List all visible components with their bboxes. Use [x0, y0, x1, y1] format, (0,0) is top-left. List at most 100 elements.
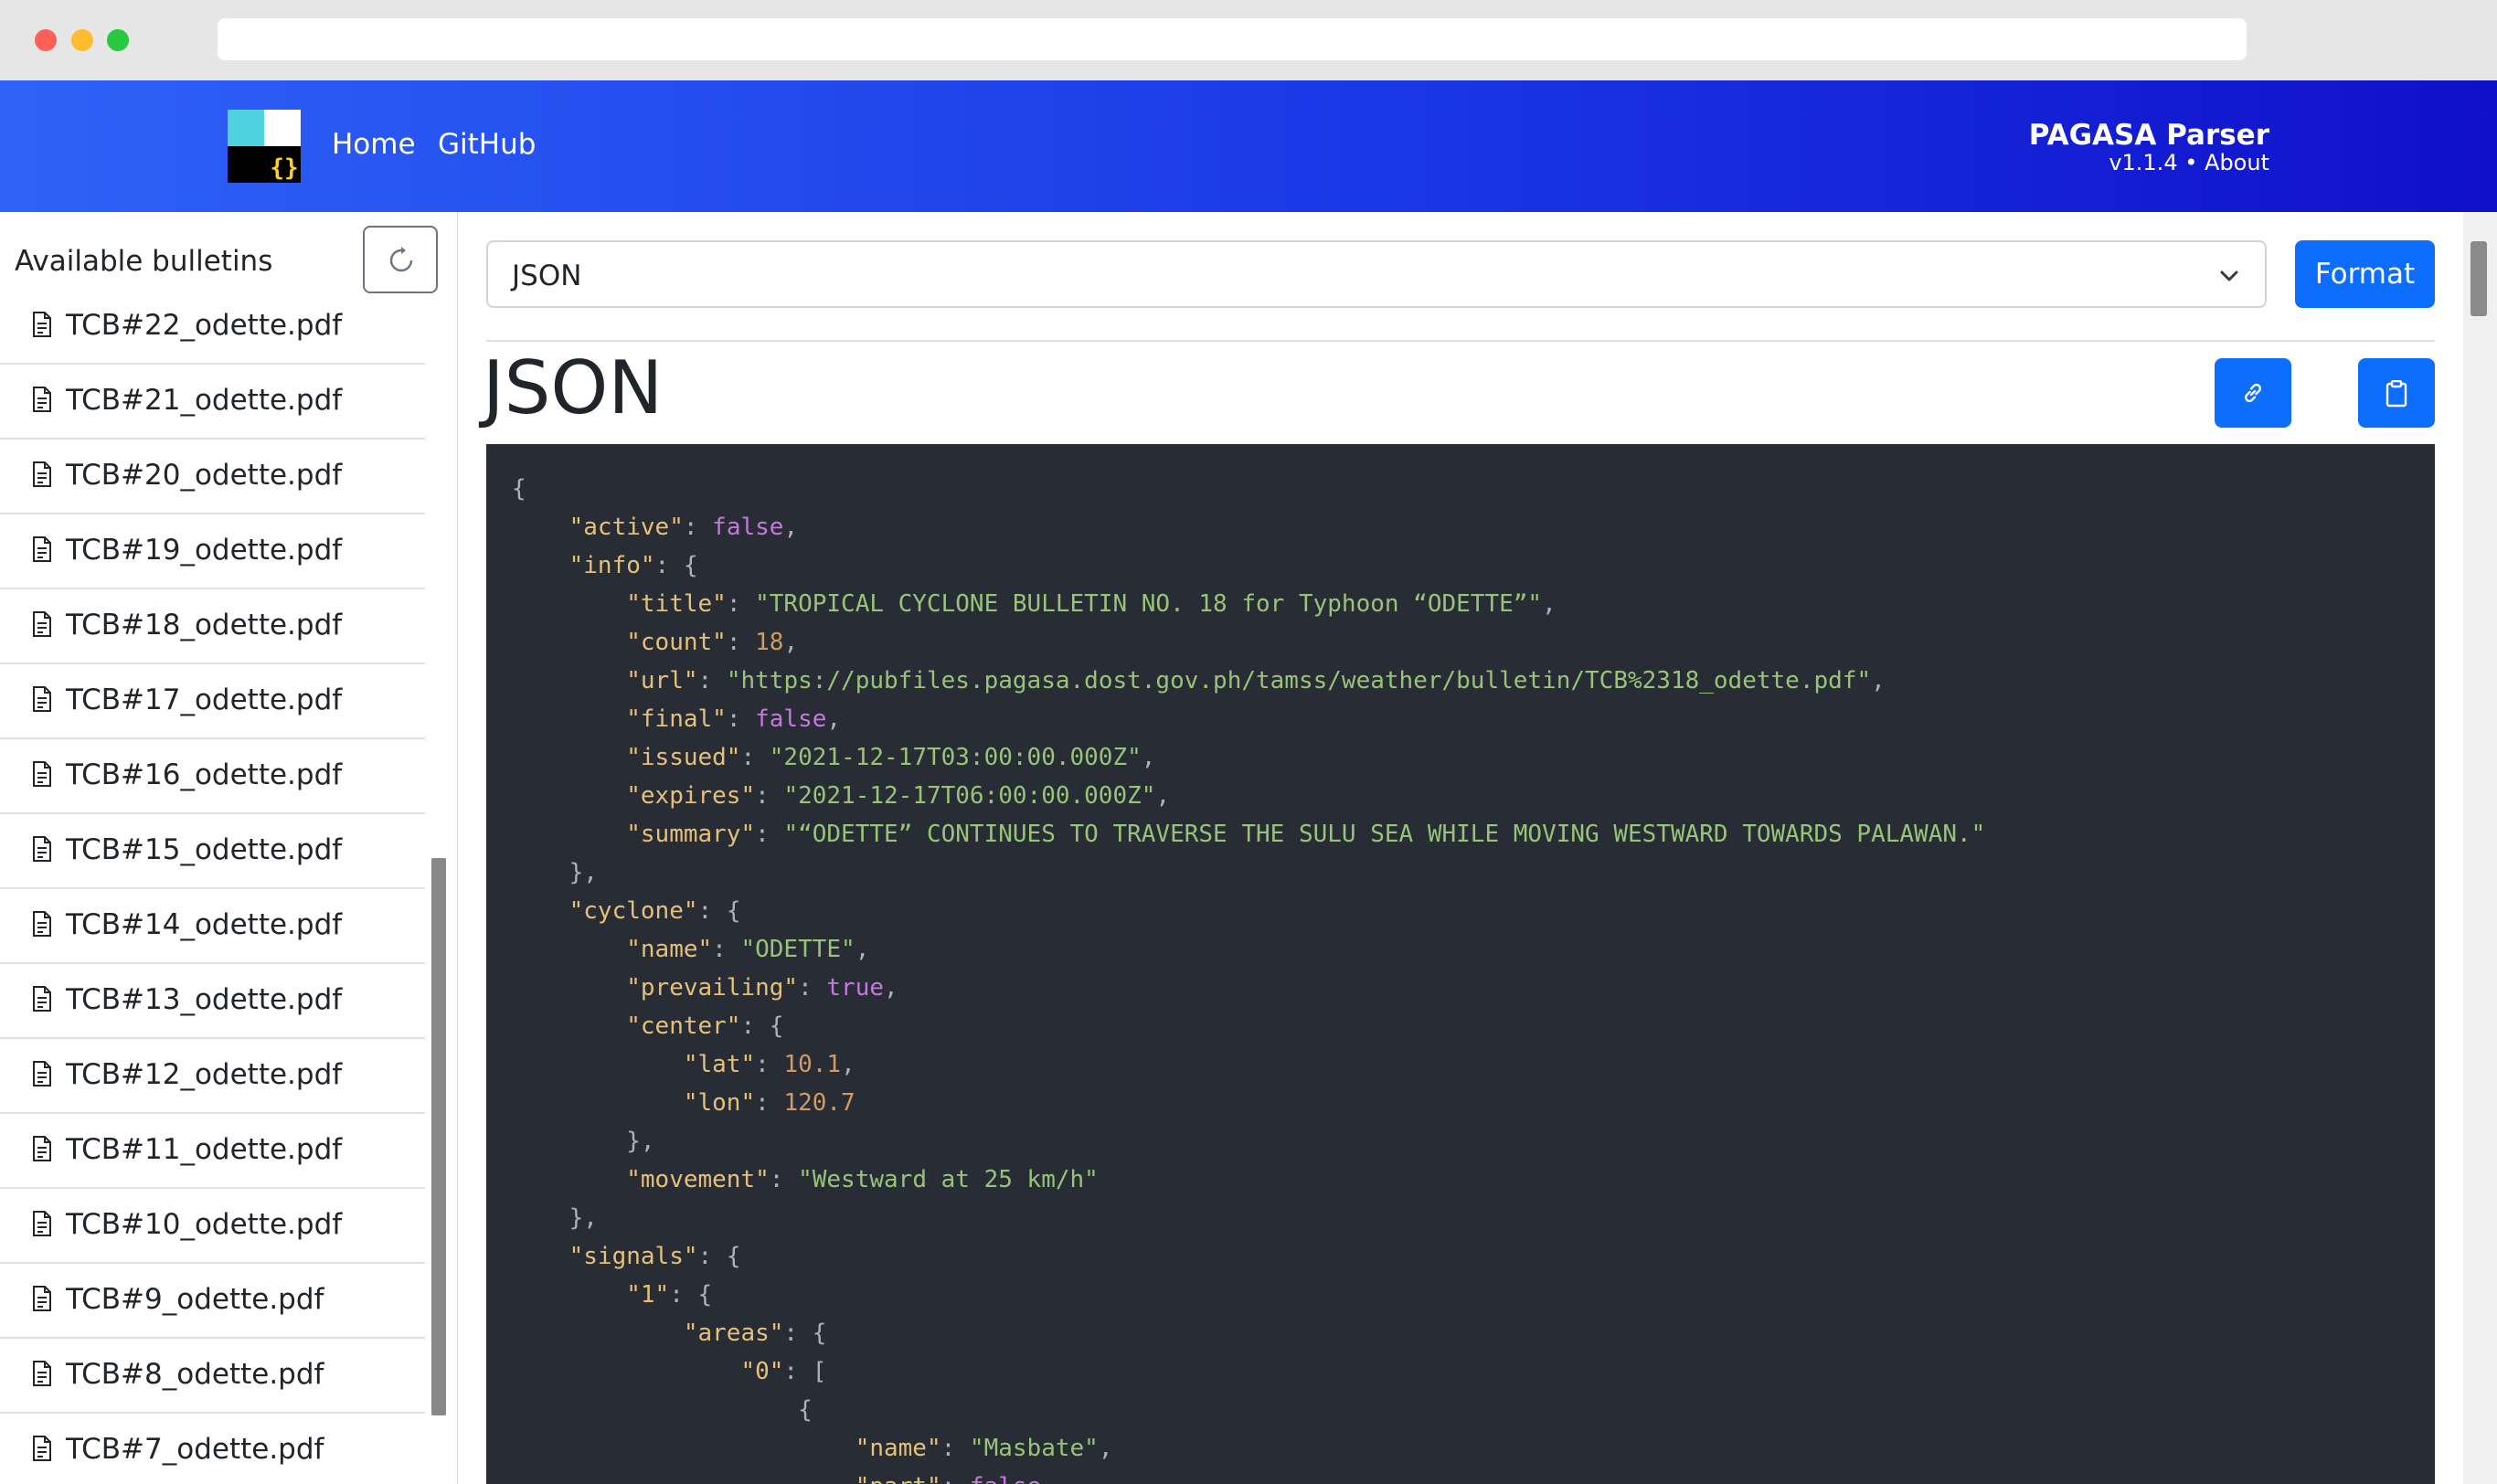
json-output[interactable]: { "active": false, "info": { "title": "T… [486, 444, 2435, 1484]
nav-home-link[interactable]: Home [332, 128, 416, 161]
code-token: "lon" [683, 1089, 756, 1117]
code-token: : { [669, 1281, 713, 1309]
code-token: , [783, 514, 799, 541]
file-text-icon [33, 1136, 51, 1161]
bulletin-item[interactable]: TCB#14_odette.pdf [0, 890, 425, 964]
bulletin-item-label: TCB#19_odette.pdf [66, 534, 343, 567]
code-token: "2021-12-17T06:00:00.000Z" [783, 782, 1156, 810]
bulletin-item[interactable]: TCB#18_odette.pdf [0, 590, 425, 664]
file-text-icon [33, 686, 51, 712]
code-token: { [512, 475, 526, 503]
code-token: "final" [626, 705, 727, 733]
format-button[interactable]: Format [2295, 240, 2435, 308]
copy-link-button[interactable] [2215, 358, 2291, 428]
bulletin-item[interactable]: TCB#10_odette.pdf [0, 1190, 425, 1264]
code-line: "signals": { [512, 1237, 2409, 1276]
code-token: "lat" [683, 1051, 756, 1078]
code-token: }, [512, 859, 598, 886]
main-panel: JSON Format JSON { "active": false, "inf… [458, 212, 2463, 1484]
code-token: : { [697, 1243, 741, 1270]
code-token: "info" [568, 552, 655, 579]
bulletin-item[interactable]: TCB#8_odette.pdf [0, 1340, 425, 1414]
code-token: "issued" [626, 744, 741, 771]
code-token: false [755, 705, 827, 733]
code-token: : [740, 744, 770, 771]
bulletin-item-label: TCB#14_odette.pdf [66, 908, 343, 941]
file-text-icon [33, 761, 51, 787]
code-token: "cyclone" [568, 897, 698, 925]
bulletin-item[interactable]: TCB#9_odette.pdf [0, 1265, 425, 1339]
navbar: {} Home GitHub PAGASA Parser v1.1.4 • Ab… [0, 80, 2497, 212]
bulletin-item-label: TCB#12_odette.pdf [66, 1058, 343, 1091]
bulletin-item[interactable]: TCB#17_odette.pdf [0, 665, 425, 739]
code-line: "count": 18, [512, 623, 2409, 662]
page-scrollbar-thumb[interactable] [2470, 241, 2487, 316]
code-line: "name": "ODETTE", [512, 930, 2409, 969]
divider [486, 340, 2435, 342]
code-token: false [712, 514, 784, 541]
code-token: "part" [855, 1473, 941, 1484]
bulletin-list: TCB#22_odette.pdf TCB#21_odette.pdf TCB#20… [0, 311, 425, 1484]
code-token: : [726, 590, 756, 618]
file-text-icon [33, 1286, 51, 1311]
code-token: "areas" [683, 1320, 784, 1347]
bulletin-item[interactable]: TCB#21_odette.pdf [0, 366, 425, 440]
bulletin-item[interactable]: TCB#15_odette.pdf [0, 815, 425, 889]
bulletin-item[interactable]: TCB#7_odette.pdf [0, 1415, 425, 1484]
page-scrollbar[interactable] [2463, 212, 2497, 1484]
close-window-button[interactable] [35, 29, 57, 51]
json-code: { "active": false, "info": { "title": "T… [486, 444, 2435, 1484]
address-bar[interactable] [218, 18, 2247, 60]
code-token: "1" [626, 1281, 670, 1309]
code-line: "final": false, [512, 700, 2409, 738]
nav-github-link[interactable]: GitHub [438, 128, 536, 161]
clipboard-icon [2385, 380, 2407, 408]
bulletin-item[interactable]: TCB#20_odette.pdf [0, 440, 425, 514]
code-token: "0" [740, 1358, 784, 1385]
bulletin-item[interactable]: TCB#22_odette.pdf [0, 311, 425, 365]
bulletin-item[interactable]: TCB#16_odette.pdf [0, 740, 425, 814]
bulletin-item[interactable]: TCB#13_odette.pdf [0, 965, 425, 1039]
code-line: { [512, 1391, 2409, 1429]
bulletin-item-label: TCB#20_odette.pdf [66, 459, 343, 492]
code-line: "info": { [512, 546, 2409, 585]
code-token: , [841, 1051, 855, 1078]
version-label: v1.1.4 [2109, 150, 2178, 175]
code-line: "name": "Masbate", [512, 1429, 2409, 1468]
code-line: "0": [ [512, 1352, 2409, 1391]
file-text-icon [33, 986, 51, 1012]
about-link[interactable]: About [2205, 150, 2269, 175]
bulletin-item-label: TCB#13_odette.pdf [66, 983, 343, 1016]
refresh-button[interactable] [363, 226, 438, 293]
code-token: "signals" [568, 1243, 698, 1270]
bulletin-item[interactable]: TCB#12_odette.pdf [0, 1040, 425, 1114]
sidebar-title: Available bulletins [15, 245, 273, 278]
minimize-window-button[interactable] [71, 29, 93, 51]
format-select[interactable]: JSON [486, 240, 2267, 308]
code-line: "summary": "“ODETTE” CONTINUES TO TRAVER… [512, 815, 2409, 853]
copy-clipboard-button[interactable] [2358, 358, 2435, 428]
file-text-icon [33, 1061, 51, 1086]
bulletin-item[interactable]: TCB#11_odette.pdf [0, 1115, 425, 1189]
maximize-window-button[interactable] [107, 29, 129, 51]
sidebar-scrollbar-thumb[interactable] [431, 858, 446, 1415]
code-token: , [783, 629, 799, 656]
code-token: : [755, 1051, 784, 1078]
code-line: "movement": "Westward at 25 km/h" [512, 1161, 2409, 1199]
app-logo-icon[interactable]: {} [228, 110, 301, 183]
code-token: "title" [626, 590, 727, 618]
file-text-icon [33, 1361, 51, 1386]
code-line: }, [512, 853, 2409, 892]
file-text-icon [33, 611, 51, 637]
brand-subtitle: v1.1.4 • About [2109, 150, 2269, 175]
bulletin-item[interactable]: TCB#19_odette.pdf [0, 515, 425, 589]
code-line: "issued": "2021-12-17T03:00:00.000Z", [512, 738, 2409, 777]
code-token: , [1542, 590, 1557, 618]
code-token: : [683, 514, 713, 541]
code-line: "cyclone": { [512, 892, 2409, 930]
code-token: { [512, 1396, 813, 1424]
code-line: "lon": 120.7 [512, 1084, 2409, 1122]
